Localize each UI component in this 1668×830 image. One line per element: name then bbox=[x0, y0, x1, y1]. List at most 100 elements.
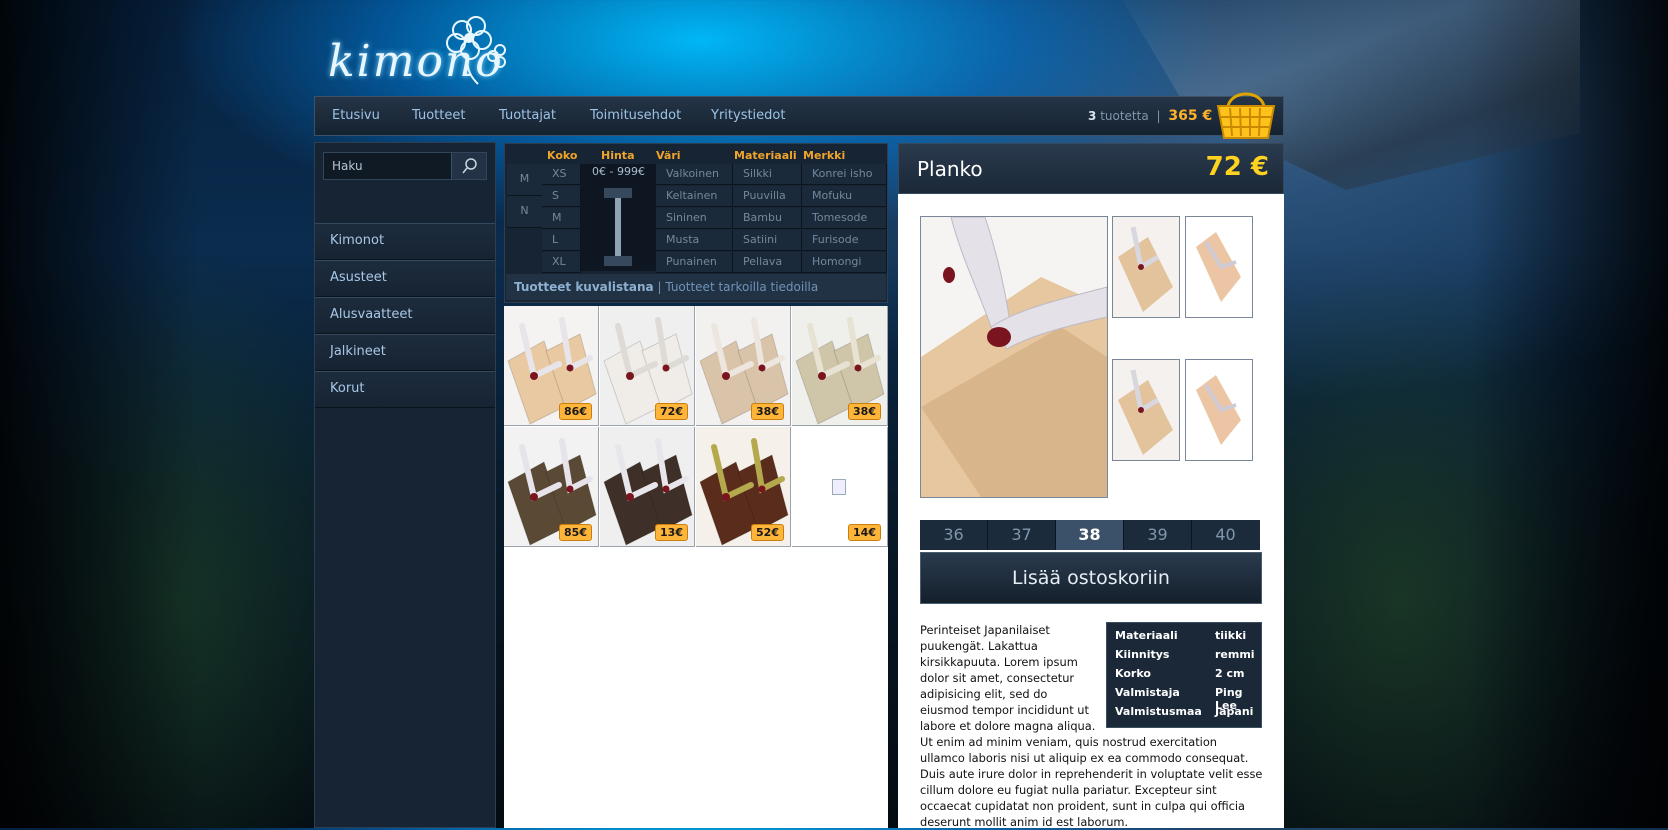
product-price-badge: 86€ bbox=[559, 403, 592, 420]
size-option-36[interactable]: 36 bbox=[920, 520, 988, 550]
tab-image-list[interactable]: Tuotteet kuvalistana bbox=[514, 280, 654, 294]
product-specs-table: Materiaali tiikki Kiinnitys remmi Korko 2 c… bbox=[1106, 622, 1262, 728]
filter-color-musta[interactable]: Musta bbox=[656, 230, 733, 251]
size-option-37[interactable]: 37 bbox=[988, 520, 1056, 550]
filter-color-sininen[interactable]: Sininen bbox=[656, 208, 733, 229]
spec-value: remmi bbox=[1215, 648, 1255, 661]
filter-brand-mofuku[interactable]: Mofuku bbox=[802, 186, 887, 207]
shopping-basket-icon[interactable] bbox=[1214, 88, 1278, 142]
product-grid: 86€ 72€ 38€ 38€ 85€ 13€ 52€ 14€ bbox=[504, 306, 888, 828]
filter-color-valkoinen[interactable]: Valkoinen bbox=[656, 164, 733, 185]
product-tile[interactable]: 38€ bbox=[696, 306, 791, 426]
category-list: Kimonot Asusteet Alusvaatteet Jalkineet … bbox=[315, 223, 495, 408]
product-tile[interactable]: 38€ bbox=[792, 306, 888, 426]
cart-summary[interactable]: 3 tuotetta | 365 € bbox=[1088, 108, 1212, 124]
product-header: Planko 72 € bbox=[898, 143, 1284, 194]
product-tile[interactable]: 85€ bbox=[504, 427, 599, 547]
filter-size-m[interactable]: M bbox=[542, 208, 581, 229]
product-tile[interactable]: 14€ bbox=[792, 427, 888, 547]
filter-material-silkki[interactable]: Silkki bbox=[733, 164, 802, 185]
category-kimonot[interactable]: Kimonot bbox=[315, 223, 495, 260]
product-thumbnail[interactable] bbox=[1112, 216, 1180, 318]
filter-material-puuvilla[interactable]: Puuvilla bbox=[733, 186, 802, 207]
filter-color-keltainen[interactable]: Keltainen bbox=[656, 186, 733, 207]
filter-panel: Koko Hinta Väri Materiaali Merkki M N XS… bbox=[504, 143, 888, 303]
search-box bbox=[323, 152, 487, 180]
filter-size-xs[interactable]: XS bbox=[542, 164, 581, 185]
price-slider-max-handle[interactable] bbox=[604, 188, 632, 198]
filter-gender-m[interactable]: M bbox=[507, 164, 542, 196]
product-price-badge: 13€ bbox=[655, 524, 688, 541]
filter-material-bambu[interactable]: Bambu bbox=[733, 208, 802, 229]
filter-gender-n[interactable]: N bbox=[507, 196, 542, 228]
product-tile[interactable]: 52€ bbox=[696, 427, 791, 547]
price-slider-track bbox=[615, 198, 621, 256]
nav-toimitusehdot[interactable]: Toimitusehdot bbox=[590, 108, 681, 123]
filter-material-pellava[interactable]: Pellava bbox=[733, 252, 802, 273]
filter-brand-furisode[interactable]: Furisode bbox=[802, 230, 887, 251]
cart-separator: | bbox=[1156, 109, 1161, 123]
tab-detailed-list[interactable]: Tuotteet tarkoilla tiedoilla bbox=[665, 280, 818, 294]
filter-brand-tomesode[interactable]: Tomesode bbox=[802, 208, 887, 229]
product-tile[interactable]: 13€ bbox=[600, 427, 695, 547]
filter-size-xl[interactable]: XL bbox=[542, 252, 581, 273]
spec-value: Japani bbox=[1215, 705, 1254, 718]
view-tabs-separator: | bbox=[657, 280, 662, 294]
product-name: Planko bbox=[917, 157, 983, 181]
filter-color-punainen[interactable]: Punainen bbox=[656, 252, 733, 273]
search-button[interactable] bbox=[451, 153, 486, 179]
category-jalkineet[interactable]: Jalkineet bbox=[315, 334, 495, 371]
filter-brand-konrei-isho[interactable]: Konrei isho bbox=[802, 164, 887, 185]
view-mode-tabs: Tuotteet kuvalistana | Tuotteet tarkoill… bbox=[506, 274, 886, 300]
filter-brand-homongi[interactable]: Homongi bbox=[802, 252, 887, 273]
flower-icon bbox=[446, 16, 506, 85]
size-option-38[interactable]: 38 bbox=[1056, 520, 1124, 550]
product-main-image[interactable] bbox=[920, 216, 1108, 498]
cart-total: 365 € bbox=[1168, 108, 1213, 124]
left-sidebar: Kimonot Asusteet Alusvaatteet Jalkineet … bbox=[314, 142, 496, 828]
filter-size-s[interactable]: S bbox=[542, 186, 581, 207]
broken-image-icon bbox=[832, 479, 846, 495]
spec-key: Valmistusmaa bbox=[1115, 705, 1202, 718]
product-thumbnail[interactable] bbox=[1185, 216, 1253, 318]
spec-key: Valmistaja bbox=[1115, 686, 1180, 699]
sandal-thumbnail-image bbox=[1186, 217, 1252, 317]
product-price-badge: 14€ bbox=[848, 524, 881, 541]
cart-count: 3 bbox=[1088, 109, 1097, 123]
size-option-39[interactable]: 39 bbox=[1124, 520, 1192, 550]
spec-row: Korko 2 cm bbox=[1115, 667, 1261, 686]
spec-key: Materiaali bbox=[1115, 629, 1178, 642]
product-thumbnail[interactable] bbox=[1112, 359, 1180, 461]
filter-header-brand: Merkki bbox=[803, 149, 846, 162]
price-slider-min-handle[interactable] bbox=[604, 256, 632, 266]
nav-tuotteet[interactable]: Tuotteet bbox=[412, 108, 465, 123]
price-range-label: 0€ - 999€ bbox=[592, 165, 645, 178]
site-logo[interactable]: kimono bbox=[328, 12, 506, 87]
product-thumbnail[interactable] bbox=[1185, 359, 1253, 461]
search-icon bbox=[462, 158, 477, 174]
product-detail: 36 37 38 39 40 Lisää ostoskoriin Perinte… bbox=[898, 194, 1284, 829]
product-price-badge: 38€ bbox=[751, 403, 784, 420]
category-asusteet[interactable]: Asusteet bbox=[315, 260, 495, 297]
search-input[interactable] bbox=[324, 153, 452, 179]
price-slider[interactable] bbox=[604, 188, 632, 268]
product-tile[interactable]: 86€ bbox=[504, 306, 599, 426]
nav-tuottajat[interactable]: Tuottajat bbox=[499, 108, 556, 123]
add-to-cart-button[interactable]: Lisää ostoskoriin bbox=[920, 552, 1262, 604]
category-alusvaatteet[interactable]: Alusvaatteet bbox=[315, 297, 495, 334]
nav-etusivu[interactable]: Etusivu bbox=[332, 108, 380, 123]
price-filter: 0€ - 999€ bbox=[581, 164, 656, 271]
spec-key: Kiinnitys bbox=[1115, 648, 1170, 661]
nav-yritystiedot[interactable]: Yritystiedot bbox=[711, 108, 785, 123]
filter-header-color: Väri bbox=[656, 149, 681, 162]
product-price-badge: 85€ bbox=[559, 524, 592, 541]
category-korut[interactable]: Korut bbox=[315, 371, 495, 408]
spec-key: Korko bbox=[1115, 667, 1151, 680]
product-price-badge: 38€ bbox=[848, 403, 881, 420]
filter-size-l[interactable]: L bbox=[542, 230, 581, 251]
size-option-40[interactable]: 40 bbox=[1192, 520, 1259, 550]
product-tile[interactable]: 72€ bbox=[600, 306, 695, 426]
sandal-closeup-image bbox=[921, 217, 1107, 497]
spec-row: Materiaali tiikki bbox=[1115, 629, 1261, 648]
filter-material-satiini[interactable]: Satiini bbox=[733, 230, 802, 251]
